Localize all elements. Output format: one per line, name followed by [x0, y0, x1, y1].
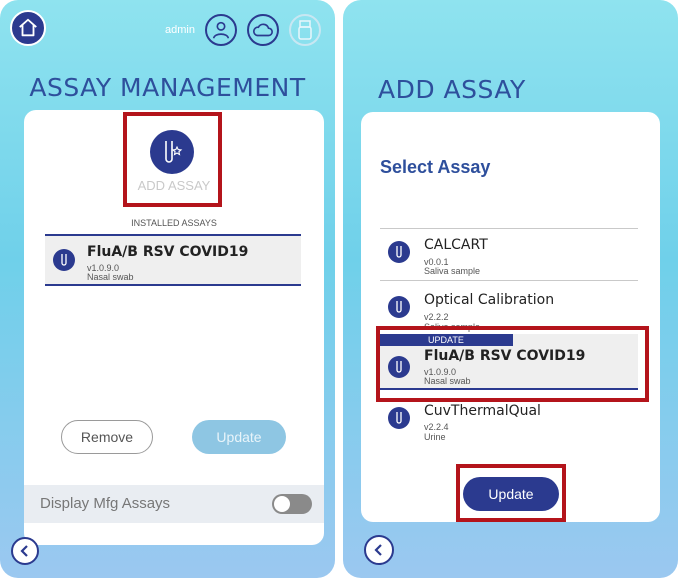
- user-label: admin: [165, 24, 195, 36]
- page-title: ADD ASSAY: [378, 75, 526, 104]
- back-button[interactable]: [364, 535, 394, 565]
- chevron-left-icon: [374, 544, 382, 556]
- installed-assays-heading: INSTALLED ASSAYS: [131, 218, 217, 228]
- assay-name: CALCART: [424, 237, 488, 253]
- cloud-icon: [253, 23, 273, 37]
- list-item[interactable]: CuvThermalQual v2.2.4 Urine: [380, 398, 638, 444]
- page-title: ASSAY MANAGEMENT: [29, 73, 306, 102]
- list-item[interactable]: FluA/B RSV COVID19 v1.0.9.0 Nasal swab: [45, 234, 301, 286]
- assay-name: CuvThermalQual: [424, 403, 541, 419]
- list-item[interactable]: Optical Calibration v2.2.2 Saliva sample: [380, 284, 638, 332]
- assay-sample-type: Saliva sample: [424, 266, 481, 276]
- remove-button[interactable]: Remove: [61, 420, 153, 454]
- assay-version: v2.2.2: [424, 312, 449, 322]
- assay-select-card: Select Assay CALCART v0.0.1 Saliva sampl…: [361, 112, 660, 522]
- highlight-box: [376, 326, 649, 402]
- cloud-button[interactable]: [247, 14, 279, 46]
- test-tube-icon: [388, 407, 410, 429]
- assay-sample-type: Urine: [424, 432, 446, 442]
- mfg-assays-label: Display Mfg Assays: [40, 495, 171, 512]
- usb-icon: [298, 20, 312, 40]
- home-button[interactable]: [10, 10, 46, 46]
- assay-sample-type: Nasal swab: [87, 272, 134, 282]
- home-icon: [19, 18, 37, 37]
- user-button[interactable]: [205, 14, 237, 46]
- test-tube-icon: [53, 249, 75, 271]
- assay-name: Optical Calibration: [424, 292, 555, 308]
- highlight-box: [456, 464, 566, 522]
- toggle-knob: [274, 496, 290, 512]
- assay-name: FluA/B RSV COVID19: [87, 244, 249, 260]
- assay-management-screen: admin ASSAY MANAGEMENT ADD ASSAY INSTALL…: [0, 0, 335, 578]
- highlight-box: [123, 112, 222, 207]
- test-tube-icon: [388, 241, 410, 263]
- usb-button[interactable]: [289, 14, 321, 46]
- user-icon: [212, 21, 230, 39]
- assay-version: v2.2.4: [424, 422, 449, 432]
- chevron-left-icon: [20, 545, 28, 557]
- update-button[interactable]: Update: [192, 420, 286, 454]
- divider: [380, 228, 638, 229]
- mfg-assays-row: Display Mfg Assays: [24, 485, 324, 523]
- list-item[interactable]: CALCART v0.0.1 Saliva sample: [380, 230, 638, 280]
- select-assay-heading: Select Assay: [380, 157, 491, 177]
- back-button[interactable]: [11, 537, 39, 565]
- divider: [380, 280, 638, 281]
- add-assay-screen: ADD ASSAY Select Assay CALCART v0.0.1 Sa…: [343, 0, 678, 578]
- mfg-assays-toggle[interactable]: [272, 494, 312, 514]
- test-tube-icon: [388, 296, 410, 318]
